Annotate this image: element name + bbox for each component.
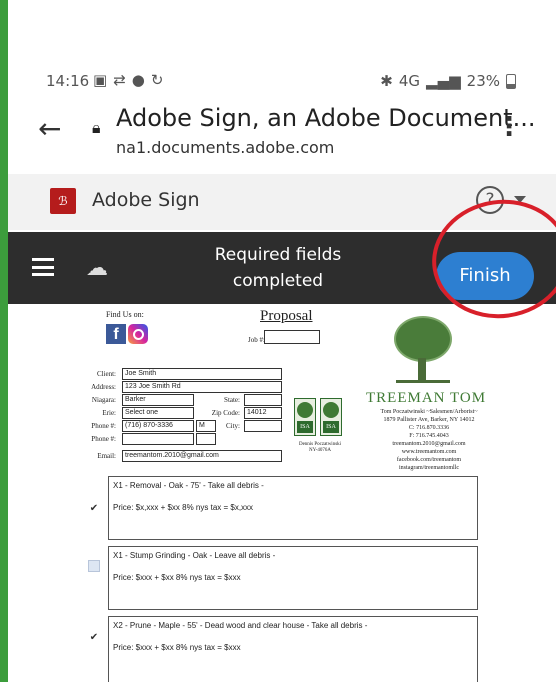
job-label: Job #: (248, 336, 265, 344)
find-us-label: Find Us on: (106, 310, 144, 319)
bluetooth-icon: ✱ (380, 72, 393, 90)
line-item-price: Price: $xxx + $xx 8% nys tax = $xxx (113, 573, 241, 582)
phone-label: Phone #: (91, 422, 116, 430)
client-field[interactable]: Joe Smith (122, 368, 282, 380)
battery-percent: 23% (466, 72, 500, 90)
info-line: www.treemantom.com (401, 449, 457, 455)
notification-icons: ▣ ⇄ ● ↻ (93, 71, 163, 89)
info-line: facebook.com/treemantom (396, 457, 462, 463)
page-title: Adobe Sign, an Adobe Document... (116, 104, 536, 132)
line-item-checkbox[interactable] (88, 560, 100, 572)
city2-field[interactable] (244, 420, 282, 432)
line-item: X2 - Prune - Maple - 55' - Dead wood and… (108, 616, 478, 682)
usb-icon: ⇄ (113, 71, 126, 89)
line-item-checkbox[interactable]: ✔ (88, 632, 100, 644)
status-bar: 14:16 ▣ ⇄ ● ↻ ✱ 4G ▂▄▆ 23% (8, 70, 556, 94)
state-label: State: (224, 396, 240, 404)
info-line: C: 716.870.3336 (408, 425, 450, 431)
line-item-title: X1 - Removal - Oak - 75' - Take all debr… (113, 481, 264, 490)
line-item-price: Price: $xxx + $xx 8% nys tax = $xxx (113, 643, 241, 652)
line-item: X1 - Removal - Oak - 75' - Take all debr… (108, 476, 478, 540)
state-field[interactable] (244, 394, 282, 406)
city-label: Niagara: (91, 396, 116, 404)
phone-field[interactable]: (716) 870-3336 (122, 420, 194, 432)
info-line: 1879 Pallister Ave, Barker, NY 14012 (383, 417, 475, 423)
signal-icon: ▂▄▆ (426, 72, 461, 90)
adobe-sign-logo: ℬ (50, 188, 76, 214)
browser-bar: ← 🔒︎ Adobe Sign, an Adobe Document... na… (8, 98, 556, 166)
certified-arborist-label: Dennis Poczatwinski NY-4076A (290, 442, 350, 454)
info-line: instagram/treemantomllc (399, 465, 459, 471)
sync-icon: ↻ (150, 71, 164, 89)
document-title: Proposal (260, 308, 313, 324)
line-item-title: X1 - Stump Grinding - Oak - Leave all de… (113, 551, 276, 560)
line-item-price: Price: $x,xxx + $xx 8% nys tax = $x,xxx (113, 503, 254, 512)
page-url: na1.documents.adobe.com (116, 138, 335, 157)
green-frame-edge (0, 0, 8, 682)
client-label: Client: (96, 370, 116, 378)
menu-icon[interactable] (32, 258, 54, 276)
job-number-field[interactable] (264, 330, 320, 344)
city-field[interactable]: Barker (122, 394, 194, 406)
network-label: 4G (398, 72, 421, 90)
isa-certification-badge: ISA (294, 398, 316, 436)
status-message-line1: Required fields (214, 245, 342, 265)
info-line: Tom Poczatwinski ~Salesmen/Arborist~ (380, 409, 478, 415)
instagram-icon (128, 324, 148, 344)
isa-certification-badge: ISA (320, 398, 342, 436)
city2-label: City: (225, 422, 240, 430)
message-icon: ▣ (93, 71, 108, 89)
facebook-icon: f (106, 324, 126, 344)
tree-logo (388, 316, 456, 388)
zip-label: Zip Code: (211, 409, 240, 417)
zip-field[interactable]: 14012 (244, 407, 282, 419)
phone2-field[interactable] (122, 433, 194, 445)
line-item-checkbox[interactable]: ✔ (88, 503, 100, 515)
company-name: TREEMAN TOM (366, 390, 487, 406)
address-field[interactable]: 123 Joe Smith Rd (122, 381, 282, 393)
system-icons: ✱ 4G ▂▄▆ 23% (380, 72, 516, 90)
app-name: Adobe Sign (92, 189, 200, 211)
status-time: 14:16 (46, 72, 90, 90)
county-label: Erie: (102, 409, 116, 417)
dot-icon: ● (131, 71, 145, 89)
phone2-label: Phone #: (91, 435, 116, 443)
arborist-id: NY-4076A (309, 448, 331, 453)
address-label: Address: (91, 383, 116, 391)
cloud-icon: ☁︎ (86, 256, 108, 281)
info-line: F: 716.745.4043 (409, 433, 449, 439)
phone-screen: 14:16 ▣ ⇄ ● ↻ ✱ 4G ▂▄▆ 23% ← 🔒︎ Adobe Si… (8, 0, 556, 682)
status-message-line2: completed (232, 271, 324, 291)
company-info: Tom Poczatwinski ~Salesmen/Arborist~ 187… (374, 408, 484, 472)
lock-icon: 🔒︎ (92, 118, 101, 137)
info-line: treemantom.2010@gmail.com (392, 441, 466, 447)
status-message: Required fields completed (198, 242, 358, 294)
phone2-type-field[interactable] (196, 433, 216, 445)
email-label: Email: (97, 452, 116, 460)
battery-icon (506, 73, 516, 89)
line-item-title: X2 - Prune - Maple - 55' - Dead wood and… (113, 621, 368, 630)
back-arrow-icon[interactable]: ← (38, 112, 61, 145)
county-select[interactable]: Select one (122, 407, 194, 419)
line-item: X1 - Stump Grinding - Oak - Leave all de… (108, 546, 478, 610)
more-options-icon[interactable]: ⋮ (496, 112, 522, 142)
email-field[interactable]: treemantom.2010@gmail.com (122, 450, 282, 462)
document-page: Find Us on: f Proposal Job #: Client: Jo… (8, 308, 556, 682)
